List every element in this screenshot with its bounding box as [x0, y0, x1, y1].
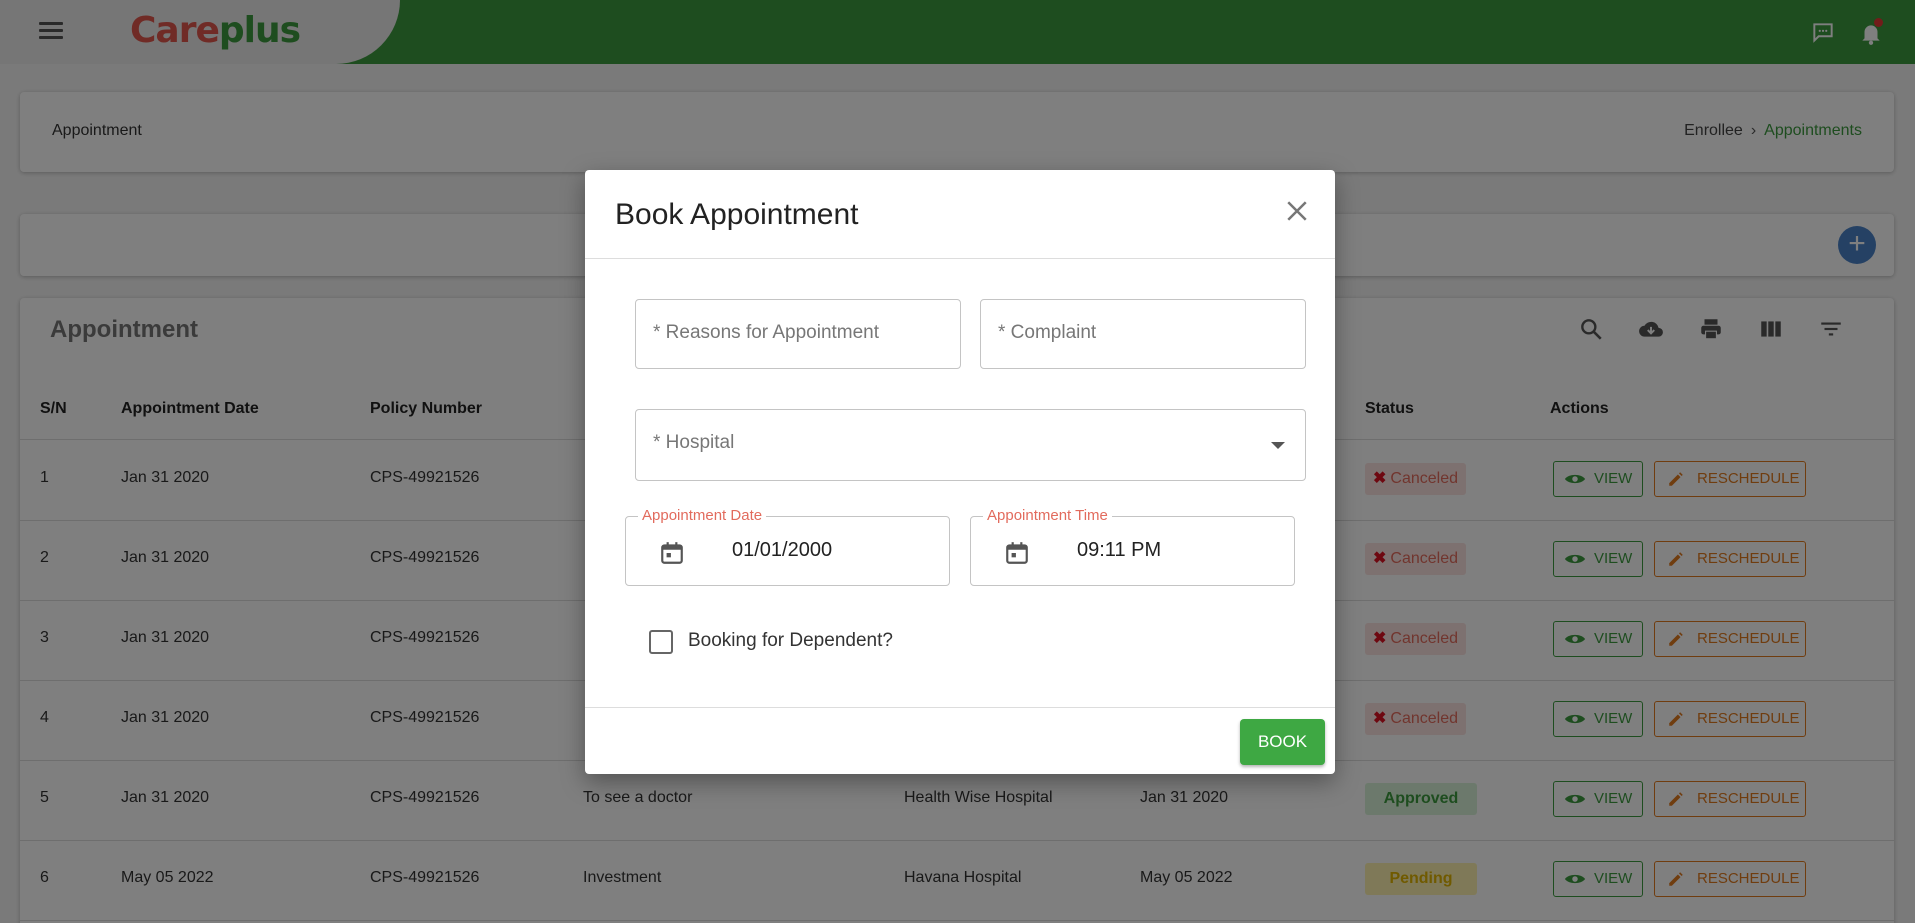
- dialog-header-divider: [585, 258, 1335, 259]
- book-appointment-dialog: Book Appointment * Reasons for Appointme…: [585, 170, 1335, 774]
- appointment-date-value: 01/01/2000: [732, 539, 833, 561]
- reasons-placeholder: * Reasons for Appointment: [653, 322, 880, 343]
- complaint-input[interactable]: * Complaint: [980, 299, 1306, 369]
- dialog-footer-divider: [585, 707, 1335, 708]
- calendar-icon[interactable]: [1004, 539, 1030, 567]
- hospital-select[interactable]: * Hospital: [635, 409, 1306, 481]
- dependent-checkbox[interactable]: [649, 630, 673, 654]
- reasons-for-appointment-input[interactable]: * Reasons for Appointment: [635, 299, 961, 369]
- dropdown-arrow-icon: [1271, 442, 1285, 449]
- appointment-date-label: Appointment Date: [638, 507, 767, 524]
- dialog-title: Book Appointment: [615, 198, 859, 231]
- calendar-icon[interactable]: [659, 539, 685, 567]
- hospital-placeholder: * Hospital: [653, 432, 735, 453]
- close-icon[interactable]: [1282, 196, 1312, 226]
- appointment-time-value: 09:11 PM: [1077, 539, 1162, 561]
- appointment-date-picker[interactable]: Appointment Date 01/01/2000: [625, 507, 950, 586]
- appointment-time-label: Appointment Time: [983, 507, 1112, 524]
- complaint-placeholder: * Complaint: [998, 322, 1097, 343]
- appointment-time-picker[interactable]: Appointment Time 09:11 PM: [970, 507, 1295, 586]
- dependent-checkbox-label[interactable]: Booking for Dependent?: [688, 630, 893, 652]
- book-button[interactable]: BOOK: [1240, 719, 1325, 765]
